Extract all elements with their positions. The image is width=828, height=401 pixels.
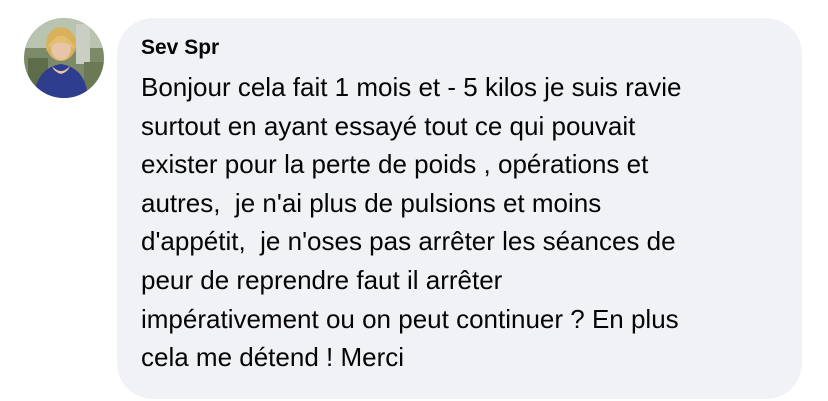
comment: Sev Spr Bonjour cela fait 1 mois et - 5 … — [0, 0, 828, 401]
comment-text-line: cela me détend ! Merci — [141, 342, 405, 373]
comment-text-line: exister pour la perte de poids , opérati… — [141, 149, 649, 180]
comment-text-line: impérativement ou on peut continuer ? En… — [141, 303, 679, 334]
user-photo-icon — [24, 18, 104, 98]
comment-text-line: d'appétit, je n'oses pas arrêter les séa… — [141, 226, 676, 257]
avatar[interactable] — [24, 18, 104, 98]
comment-text-line: Bonjour cela fait 1 mois et - 5 kilos je… — [141, 72, 682, 102]
comment-text: Bonjour cela fait 1 mois et - 5 kilos je… — [141, 68, 782, 377]
comment-text-line: autres, je n'ai plus de pulsions et moin… — [141, 187, 602, 218]
comment-text-line: surtout en ayant essayé tout ce qui pouv… — [141, 110, 636, 141]
author-name[interactable]: Sev Spr — [141, 35, 219, 61]
comment-bubble: Sev Spr Bonjour cela fait 1 mois et - 5 … — [117, 18, 802, 399]
comment-text-line: peur de reprendre faut il arrêter — [141, 264, 503, 295]
